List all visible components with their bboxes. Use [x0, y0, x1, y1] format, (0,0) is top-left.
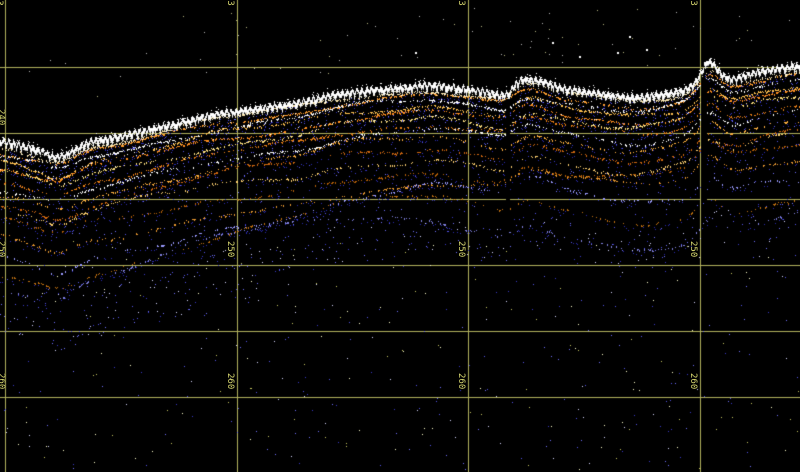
grid-label-x: 23 — [0, 0, 4, 6]
grid-label-x: 23 — [225, 0, 235, 6]
sonar-display: 23 23 23 23 240 250 250 250 250 260 260 260 260 — [0, 0, 800, 472]
grid-label-y: 260 — [456, 373, 466, 389]
grid-label-x: 23 — [456, 0, 466, 6]
grid-label-y: 250 — [0, 241, 6, 257]
grid-label-y: 260 — [0, 373, 6, 389]
grid-label-y: 250 — [688, 241, 698, 257]
sonar-profile-canvas — [0, 0, 800, 472]
grid-label-y: 250 — [456, 241, 466, 257]
grid-label-y: 250 — [225, 241, 235, 257]
grid-label-y: 240 — [0, 109, 6, 125]
grid-label-y: 260 — [225, 373, 235, 389]
grid-label-y: 260 — [688, 373, 698, 389]
grid-label-x: 23 — [688, 0, 698, 6]
